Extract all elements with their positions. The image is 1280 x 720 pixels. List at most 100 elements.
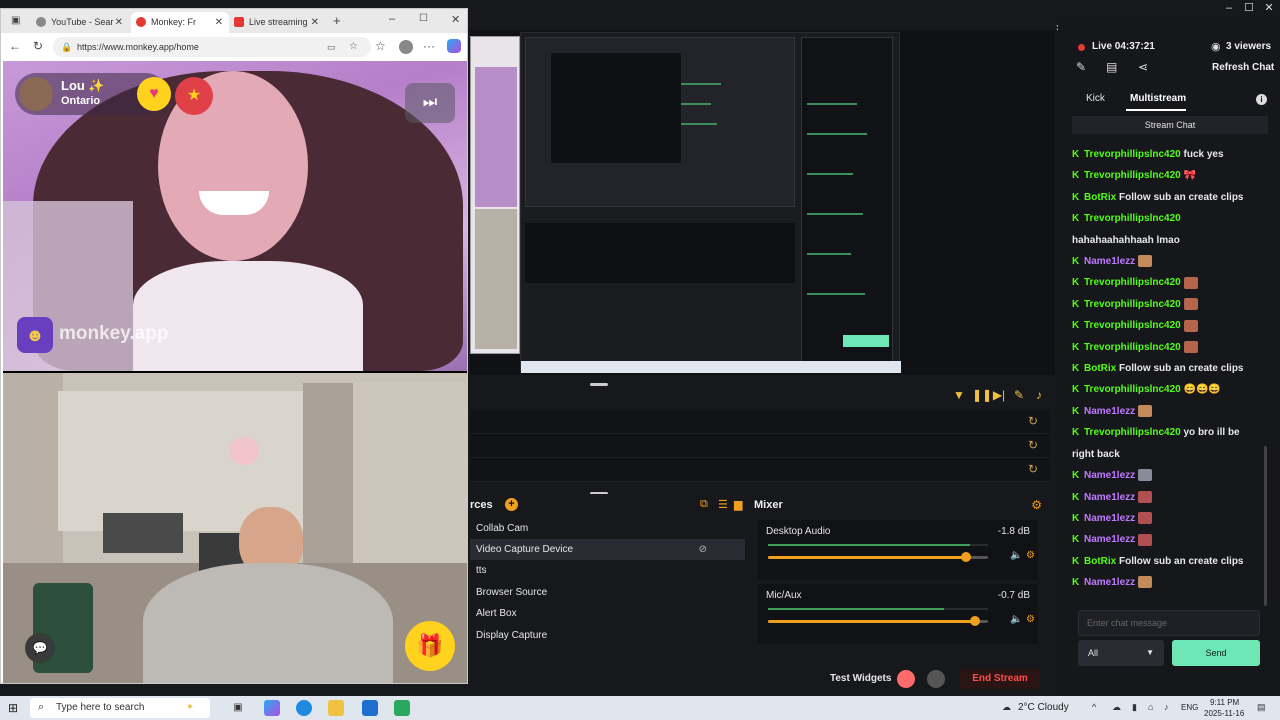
source-item[interactable]: tts — [470, 560, 745, 581]
drag-handle[interactable] — [590, 383, 608, 386]
weather-text[interactable]: 2°C Cloudy — [1018, 702, 1069, 713]
chat-username[interactable]: Trevorphillipslnc420 — [1084, 277, 1181, 288]
maximize-icon[interactable]: ☐ — [419, 13, 428, 24]
copilot-icon[interactable] — [264, 700, 280, 716]
gear-icon[interactable]: ⚙ — [1026, 614, 1035, 625]
url-input[interactable]: 🔒 https://www.monkey.app/home ▭ ☆ — [53, 37, 371, 57]
gift-button[interactable]: 🎁 — [405, 621, 455, 671]
chat-username[interactable]: Trevorphillipslnc420 — [1084, 299, 1181, 310]
alert-row[interactable]: ↻ — [470, 410, 1050, 434]
folder-add-icon[interactable]: ⧉ — [700, 498, 708, 511]
close-tab-icon[interactable]: ✕ — [311, 12, 319, 33]
chat-username[interactable]: Trevorphillipslnc420 — [1084, 149, 1181, 160]
replay-icon[interactable]: ↻ — [1028, 414, 1038, 428]
popout-icon[interactable]: ▤ — [1106, 60, 1117, 74]
network-icon[interactable]: ⌂ — [1148, 702, 1153, 712]
streamlabs-icon[interactable] — [394, 700, 410, 716]
volume-icon[interactable]: ♪ — [1032, 388, 1046, 402]
minimize-icon[interactable]: – — [389, 13, 395, 25]
chat-username[interactable]: BotRix — [1084, 192, 1116, 203]
chat-username[interactable]: Trevorphillipslnc420 — [1084, 384, 1181, 395]
favorites-icon[interactable]: ☆ — [375, 39, 386, 53]
volume-knob[interactable] — [961, 552, 971, 562]
replay-icon[interactable]: ↻ — [1028, 462, 1038, 476]
chat-username[interactable]: Trevorphillipslnc420 — [1084, 213, 1181, 224]
chevron-up-icon[interactable]: ^ — [1092, 702, 1096, 712]
task-view-icon[interactable]: ▣ — [230, 700, 246, 716]
chat-username[interactable]: Name1lezz — [1084, 492, 1135, 503]
camera-icon[interactable]: ▭ — [327, 37, 336, 57]
chat-username[interactable]: Name1lezz — [1084, 534, 1135, 545]
heart-button[interactable]: ♥ — [137, 77, 171, 111]
speaker-icon[interactable]: 🔈 — [1010, 614, 1022, 625]
chat-scrollbar[interactable] — [1264, 446, 1267, 606]
record-icon[interactable] — [897, 670, 915, 688]
volume-slider[interactable] — [768, 552, 988, 562]
source-item[interactable]: Display Capture — [470, 625, 745, 646]
chat-username[interactable]: Trevorphillipslnc420 — [1084, 342, 1181, 353]
hidden-eye-icon[interactable]: ⊘ — [699, 539, 707, 560]
chat-username[interactable]: Trevorphillipslnc420 — [1084, 320, 1181, 331]
replay-icon[interactable]: ↻ — [1028, 438, 1038, 452]
close-tab-icon[interactable]: ✕ — [215, 12, 223, 33]
skip-next-button[interactable]: ⏭ — [405, 83, 455, 123]
volume-knob[interactable] — [969, 616, 980, 626]
close-icon[interactable]: ✕ — [1258, 0, 1280, 16]
source-item[interactable]: Browser Source — [470, 582, 745, 603]
browser-tab[interactable]: Live streaming ✕ — [229, 12, 325, 33]
browser-tab-active[interactable]: Monkey: Fr ✕ — [131, 12, 229, 33]
windows-start-icon[interactable]: ⊞ — [8, 701, 18, 715]
mail-icon[interactable] — [362, 700, 378, 716]
chat-input[interactable]: Enter chat message — [1078, 610, 1260, 636]
camera-icon[interactable] — [927, 670, 945, 688]
back-icon[interactable]: ← — [9, 39, 21, 53]
chat-username[interactable]: Name1lezz — [1084, 513, 1135, 524]
minimize-icon[interactable]: – — [1218, 0, 1240, 16]
close-tab-icon[interactable]: ✕ — [115, 12, 123, 33]
pause-icon[interactable]: ❚❚ — [972, 388, 992, 402]
source-item[interactable]: Collab Cam — [470, 518, 745, 539]
report-button[interactable]: ★ — [175, 77, 213, 115]
chat-platform-select[interactable]: All ▼ — [1078, 640, 1164, 666]
gear-icon[interactable]: ⚙ — [1026, 550, 1035, 561]
volume-slider[interactable] — [768, 616, 988, 626]
add-source-icon[interactable]: + — [505, 498, 518, 511]
clock-date[interactable]: 2025-11-16 — [1204, 709, 1244, 718]
chat-username[interactable]: Name1lezz — [1084, 577, 1135, 588]
volume-icon[interactable]: ♪ — [1164, 702, 1169, 712]
clock-time[interactable]: 9:11 PM — [1210, 698, 1239, 707]
test-widgets-label[interactable]: Test Widgets — [830, 673, 891, 684]
layers-icon[interactable]: ☰ — [718, 498, 728, 511]
chat-username[interactable]: BotRix — [1084, 556, 1116, 567]
source-item[interactable]: Alert Box — [470, 603, 745, 624]
browser-tab[interactable]: YouTube - Sear ✕ — [31, 12, 129, 33]
notification-icon[interactable]: ▤ — [1257, 702, 1266, 713]
source-item-selected[interactable]: Video Capture Device ⊘ — [470, 539, 745, 560]
tab-kick[interactable]: Kick — [1086, 93, 1105, 104]
copilot-icon[interactable] — [447, 39, 461, 53]
info-icon[interactable]: i — [1256, 94, 1267, 105]
skip-icon[interactable]: ▶| — [992, 388, 1006, 402]
pencil-icon[interactable]: ✎ — [1076, 60, 1086, 74]
battery-icon[interactable]: ▮ — [1132, 702, 1137, 713]
refresh-chat-button[interactable]: Refresh Chat — [1212, 62, 1274, 73]
mute-alerts-icon[interactable]: ✎ — [1012, 388, 1026, 402]
chat-bubble-icon[interactable]: 💬 — [25, 633, 55, 663]
chat-username[interactable]: Name1lezz — [1084, 406, 1135, 417]
chat-username[interactable]: BotRix — [1084, 363, 1116, 374]
chat-username[interactable]: Name1lezz — [1084, 256, 1135, 267]
alert-row[interactable]: ↻ — [470, 458, 1050, 482]
filter-icon[interactable]: ▼ — [952, 388, 966, 402]
edge-icon[interactable] — [296, 700, 312, 716]
chat-username[interactable]: Trevorphillipslnc420 — [1084, 170, 1181, 181]
onedrive-icon[interactable]: ☁ — [1112, 702, 1121, 713]
sparkle-icon[interactable]: ✦ — [182, 700, 198, 716]
chat-username[interactable]: Trevorphillipslnc420 — [1084, 427, 1181, 438]
speaker-icon[interactable]: 🔈 — [1010, 550, 1022, 561]
reload-icon[interactable]: ↻ — [33, 39, 43, 53]
close-icon[interactable]: ✕ — [451, 13, 460, 26]
new-tab-icon[interactable]: + — [333, 13, 341, 28]
maximize-icon[interactable]: ☐ — [1238, 0, 1260, 16]
file-explorer-icon[interactable] — [328, 700, 344, 716]
star-icon[interactable]: ☆ — [349, 37, 358, 57]
